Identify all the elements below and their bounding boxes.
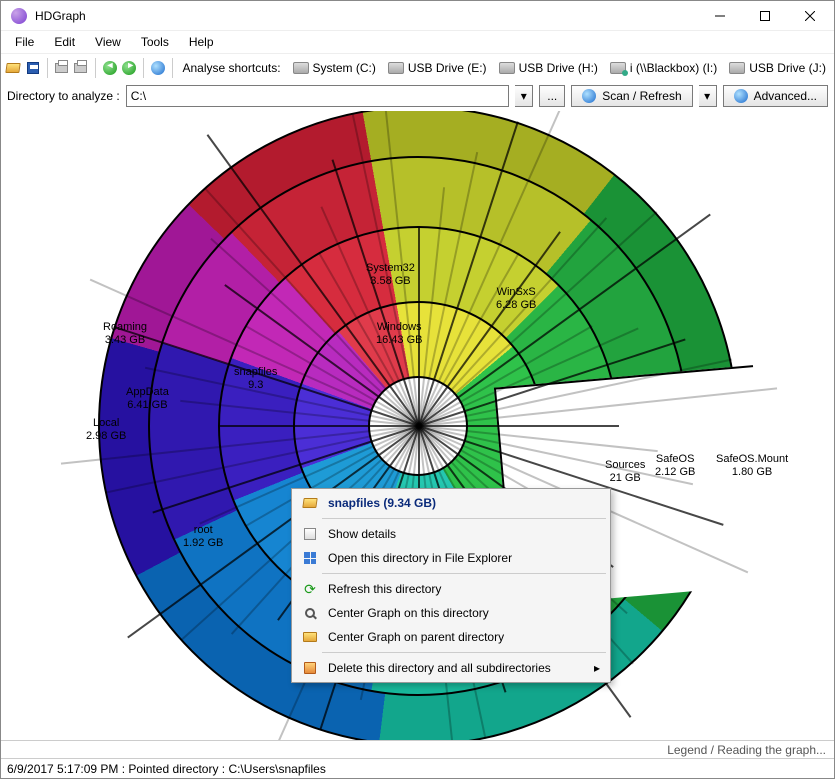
spoke-line — [418, 327, 638, 426]
scan-label: Scan / Refresh — [602, 89, 681, 103]
nav-back-button[interactable] — [102, 58, 118, 78]
titlebar: HDGraph — [1, 1, 834, 31]
drive-icon — [293, 62, 309, 74]
refresh-icon: ⟳ — [302, 581, 318, 597]
drive-icon — [729, 62, 745, 74]
pathbar: Directory to analyze : ▾ ... Scan / Refr… — [1, 81, 834, 111]
chart-area[interactable]: SnapFiles snapfiles (9.34 GB) Show detai… — [1, 111, 834, 740]
context-show-details[interactable]: Show details — [294, 522, 608, 546]
save-icon — [27, 62, 39, 74]
magnify-icon — [302, 605, 318, 621]
drive-usb-j[interactable]: USB Drive (J:) — [725, 59, 830, 77]
context-delete[interactable]: Delete this directory and all subdirecto… — [294, 656, 608, 680]
reload-button[interactable] — [150, 58, 166, 78]
directory-input[interactable] — [126, 85, 510, 107]
separator — [95, 58, 96, 78]
app-window: HDGraph File Edit View Tools Help Analys… — [0, 0, 835, 779]
context-refresh[interactable]: ⟳ Refresh this directory — [294, 577, 608, 601]
context-open-explorer[interactable]: Open this directory in File Explorer — [294, 546, 608, 570]
details-icon — [302, 526, 318, 542]
context-label: Refresh this directory — [328, 582, 441, 596]
menu-edit[interactable]: Edit — [46, 33, 83, 51]
browse-button[interactable]: ... — [539, 85, 565, 107]
drive-label: System (C:) — [313, 61, 376, 75]
menubar: File Edit View Tools Help — [1, 31, 834, 53]
toolbar: Analyse shortcuts: System (C:) USB Drive… — [1, 53, 834, 81]
maximize-button[interactable] — [742, 1, 787, 30]
separator — [143, 58, 144, 78]
scan-refresh-button[interactable]: Scan / Refresh — [571, 85, 692, 107]
legend-bar[interactable]: Legend / Reading the graph... — [1, 740, 834, 758]
folder-icon — [302, 495, 318, 511]
separator — [47, 58, 48, 78]
menu-file[interactable]: File — [7, 33, 42, 51]
close-button[interactable] — [787, 1, 832, 30]
drive-label: USB Drive (H:) — [519, 61, 598, 75]
save-button[interactable] — [25, 58, 41, 78]
print-icon — [55, 63, 68, 73]
print-button[interactable] — [53, 58, 69, 78]
spoke-line — [418, 111, 566, 426]
context-center-parent[interactable]: Center Graph on parent directory — [294, 625, 608, 649]
drive-icon — [499, 62, 515, 74]
app-icon — [11, 8, 27, 24]
forward-icon — [122, 61, 136, 75]
globe-icon — [151, 61, 165, 75]
statusbar: 6/9/2017 5:17:09 PM : Pointed directory … — [1, 758, 834, 778]
context-label: Delete this directory and all subdirecto… — [328, 661, 551, 675]
menu-help[interactable]: Help — [181, 33, 222, 51]
delete-icon — [302, 660, 318, 676]
context-separator — [322, 573, 606, 574]
drive-label: USB Drive (J:) — [749, 61, 826, 75]
minimize-button[interactable] — [697, 1, 742, 30]
scan-dropdown[interactable]: ▾ — [699, 85, 717, 107]
drive-icon — [388, 62, 404, 74]
back-icon — [103, 61, 117, 75]
advanced-icon — [734, 89, 748, 103]
context-label: Center Graph on this directory — [328, 606, 489, 620]
open-button[interactable] — [5, 58, 21, 78]
advanced-button[interactable]: Advanced... — [723, 85, 828, 107]
context-separator — [322, 652, 606, 653]
drive-system-c[interactable]: System (C:) — [289, 59, 380, 77]
menu-tools[interactable]: Tools — [133, 33, 177, 51]
folder-icon — [302, 629, 318, 645]
globe-icon — [582, 89, 596, 103]
context-title-row[interactable]: snapfiles (9.34 GB) — [294, 491, 608, 515]
drive-net-i[interactable]: i (\\Blackbox) (I:) — [606, 59, 721, 77]
context-center-this[interactable]: Center Graph on this directory — [294, 601, 608, 625]
submenu-arrow-icon: ▸ — [594, 661, 600, 675]
nav-forward-button[interactable] — [121, 58, 137, 78]
drive-usb-e[interactable]: USB Drive (E:) — [384, 59, 491, 77]
context-menu: snapfiles (9.34 GB) Show details Open th… — [291, 488, 611, 683]
context-label: Show details — [328, 527, 396, 541]
menu-view[interactable]: View — [87, 33, 129, 51]
window-title: HDGraph — [35, 9, 697, 23]
explorer-icon — [302, 550, 318, 566]
spoke-line — [89, 278, 419, 426]
directory-label: Directory to analyze : — [7, 89, 120, 103]
print-preview-icon — [74, 63, 87, 73]
analyse-label: Analyse shortcuts: — [182, 61, 280, 75]
network-drive-icon — [610, 62, 626, 74]
drive-label: i (\\Blackbox) (I:) — [630, 61, 717, 75]
drive-usb-h[interactable]: USB Drive (H:) — [495, 59, 602, 77]
spoke-line — [419, 425, 619, 427]
context-separator — [322, 518, 606, 519]
drive-label: USB Drive (E:) — [408, 61, 487, 75]
context-title: snapfiles (9.34 GB) — [328, 496, 436, 510]
directory-dropdown[interactable]: ▾ — [515, 85, 533, 107]
spoke-line — [219, 425, 419, 427]
spoke-line — [320, 206, 419, 426]
folder-open-icon — [5, 63, 20, 73]
context-label: Open this directory in File Explorer — [328, 551, 512, 565]
legend-link[interactable]: Legend / Reading the graph... — [667, 743, 826, 757]
advanced-label: Advanced... — [754, 89, 817, 103]
context-label: Center Graph on parent directory — [328, 630, 504, 644]
spoke-line — [418, 226, 420, 426]
print-preview-button[interactable] — [73, 58, 89, 78]
status-text: 6/9/2017 5:17:09 PM : Pointed directory … — [7, 762, 326, 776]
separator — [172, 58, 173, 78]
